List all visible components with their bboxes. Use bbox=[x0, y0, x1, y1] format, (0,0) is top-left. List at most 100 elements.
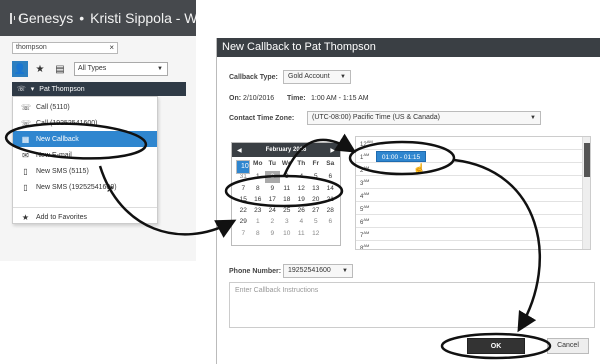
calendar-day[interactable]: 11 bbox=[294, 228, 309, 239]
chevron-down-icon[interactable]: ▾ bbox=[31, 85, 35, 93]
cancel-button[interactable]: Cancel bbox=[547, 338, 589, 354]
calendar-day[interactable]: 22 bbox=[236, 205, 251, 216]
person-filter-icon[interactable]: 👤 bbox=[12, 61, 28, 77]
calendar-day[interactable]: 16 bbox=[251, 194, 266, 205]
selected-time-slot[interactable]: 01:00 - 01:15 bbox=[376, 151, 426, 162]
calendar-icon: ▦ bbox=[21, 134, 30, 144]
menu-item-label: Add to Favorites bbox=[36, 213, 87, 221]
calendar-day[interactable]: 9 bbox=[265, 183, 280, 194]
hour-suffix: AM bbox=[366, 139, 373, 144]
time-value: 1:00 AM - 1:15 AM bbox=[311, 95, 369, 102]
callback-type-select[interactable]: Gold Account ▼ bbox=[283, 70, 351, 84]
calendar-day[interactable]: 2 bbox=[265, 216, 280, 227]
calendar-day[interactable]: 11 bbox=[280, 183, 295, 194]
calendar-day[interactable]: 23 bbox=[251, 205, 266, 216]
weekday-header: We bbox=[281, 160, 292, 167]
time-row[interactable]: 2AM bbox=[356, 163, 582, 176]
calendar-day[interactable]: 1 bbox=[251, 216, 266, 227]
calendar-day[interactable]: 21 bbox=[323, 194, 338, 205]
calendar-day[interactable]: 1 bbox=[251, 171, 266, 182]
calendar-day[interactable]: 10 bbox=[236, 160, 250, 174]
date-picker: ◀ February 2016 ▶ SuMoTuWeThFrSa31123456… bbox=[231, 142, 341, 246]
calendar-day[interactable]: 5 bbox=[309, 216, 324, 227]
phone-number-value: 19252541600 bbox=[288, 267, 331, 274]
menu-item-call-5110[interactable]: ☏ Call (5110) bbox=[13, 99, 157, 115]
calendar-day[interactable]: 29 bbox=[236, 216, 251, 227]
calendar-day[interactable]: 5 bbox=[309, 171, 324, 182]
hour-suffix: AM bbox=[363, 204, 370, 209]
time-grid-scrollbar[interactable] bbox=[582, 137, 590, 249]
menu-item-add-to-favorites[interactable]: ★ Add to Favorites bbox=[13, 209, 157, 225]
prev-month-icon[interactable]: ◀ bbox=[237, 147, 242, 154]
weekday-header: Sa bbox=[326, 160, 335, 167]
calendar-day[interactable]: 3 bbox=[280, 216, 295, 227]
favorites-filter-icon[interactable]: ★ bbox=[32, 61, 48, 77]
next-month-icon[interactable]: ▶ bbox=[330, 147, 335, 154]
type-filter-select[interactable]: All Types ▼ bbox=[74, 62, 168, 76]
calendar-day[interactable]: 14 bbox=[323, 183, 338, 194]
calendar-month-title[interactable]: February 2016 bbox=[266, 147, 307, 153]
calendar-day[interactable]: 7 bbox=[236, 183, 251, 194]
time-row[interactable]: 7AM bbox=[356, 228, 582, 241]
hour-label: 2AM bbox=[360, 165, 369, 174]
time-row[interactable]: 6AM bbox=[356, 215, 582, 228]
calendar-day[interactable]: 12 bbox=[309, 228, 324, 239]
calendar-day[interactable]: 25 bbox=[280, 205, 295, 216]
calendar-day[interactable]: 19 bbox=[294, 194, 309, 205]
hour-suffix: AM bbox=[363, 178, 370, 183]
calendar-day[interactable]: 7 bbox=[236, 228, 251, 239]
calendar-day[interactable]: 2 bbox=[265, 171, 280, 183]
calendar-day[interactable]: 3 bbox=[280, 171, 295, 182]
menu-item-label: Call (19252541600) bbox=[36, 119, 98, 127]
hour-suffix: AM bbox=[363, 152, 370, 157]
calendar-day[interactable]: 15 bbox=[236, 194, 251, 205]
search-input[interactable]: thompson × bbox=[12, 42, 118, 54]
chevron-down-icon: ▼ bbox=[340, 74, 346, 80]
calendar-day[interactable]: 17 bbox=[265, 194, 280, 205]
calendar-day[interactable]: 13 bbox=[309, 183, 324, 194]
calendar-day[interactable]: 8 bbox=[251, 228, 266, 239]
hour-value: 12 bbox=[360, 142, 367, 148]
menu-item-call-phone[interactable]: ☏ Call (19252541600) bbox=[13, 115, 157, 131]
time-row[interactable]: 5AM bbox=[356, 202, 582, 215]
clear-search-icon[interactable]: × bbox=[109, 43, 114, 53]
menu-item-new-callback[interactable]: ▦ New Callback bbox=[13, 131, 157, 147]
recent-filter-icon[interactable]: ▤ bbox=[52, 61, 68, 77]
time-row[interactable]: 3AM bbox=[356, 176, 582, 189]
time-row[interactable]: 8AM bbox=[356, 241, 582, 249]
calendar-day[interactable]: 6 bbox=[323, 216, 338, 227]
hour-suffix: AM bbox=[363, 243, 370, 248]
calendar-day[interactable]: 9 bbox=[265, 228, 280, 239]
calendar-day[interactable]: 6 bbox=[323, 171, 338, 182]
contact-action-menu: ☏ Call (5110) ☏ Call (19252541600) ▦ New… bbox=[12, 96, 158, 224]
menu-divider bbox=[13, 207, 157, 208]
calendar-day[interactable]: 8 bbox=[251, 183, 266, 194]
hour-label: 12AM bbox=[360, 139, 373, 148]
timezone-select[interactable]: (UTC-08:00) Pacific Time (US & Canada) ▼ bbox=[307, 111, 541, 125]
calendar-day[interactable]: 10 bbox=[280, 228, 295, 239]
menu-item-new-email[interactable]: ✉ New E-mail bbox=[13, 147, 157, 163]
time-row[interactable]: 4AM bbox=[356, 189, 582, 202]
menu-item-new-sms-5115[interactable]: ▯ New SMS (5115) bbox=[13, 163, 157, 179]
chevron-down-icon: ▼ bbox=[157, 66, 163, 72]
calendar-day[interactable]: 18 bbox=[280, 194, 295, 205]
ok-button[interactable]: OK bbox=[467, 338, 525, 354]
calendar-day[interactable]: 28 bbox=[323, 205, 338, 216]
hour-label: 6AM bbox=[360, 217, 369, 226]
calendar-day[interactable]: 26 bbox=[294, 205, 309, 216]
time-slot-grid: 8AM 7AM 6AM 5AM 4AM 3AM 2AM 1AM 12AM 01:00 - 01:… bbox=[355, 136, 591, 250]
contact-row[interactable]: ☏ ▾ Pat Thompson bbox=[12, 82, 186, 96]
calendar-day[interactable]: 4 bbox=[294, 216, 309, 227]
calendar-day[interactable]: 27 bbox=[309, 205, 324, 216]
menu-item-new-sms-phone[interactable]: ▯ New SMS (19252541600) bbox=[13, 179, 157, 195]
time-row[interactable]: 12AM bbox=[356, 137, 582, 150]
phone-number-select[interactable]: 19252541600 ▼ bbox=[283, 264, 353, 278]
calendar-day[interactable]: 20 bbox=[309, 194, 324, 205]
scrollbar-thumb[interactable] bbox=[584, 143, 590, 177]
callback-instructions-input[interactable]: Enter Callback Instructions bbox=[229, 282, 595, 328]
calendar-day[interactable]: 12 bbox=[294, 183, 309, 194]
calendar-header: ◀ February 2016 ▶ bbox=[232, 143, 340, 157]
calendar-day[interactable]: 4 bbox=[294, 171, 309, 182]
team-communicator-panel: thompson × 👤 ★ ▤ All Types ▼ ☏ ▾ Pat Tho… bbox=[0, 36, 196, 261]
calendar-day[interactable]: 24 bbox=[265, 205, 280, 216]
